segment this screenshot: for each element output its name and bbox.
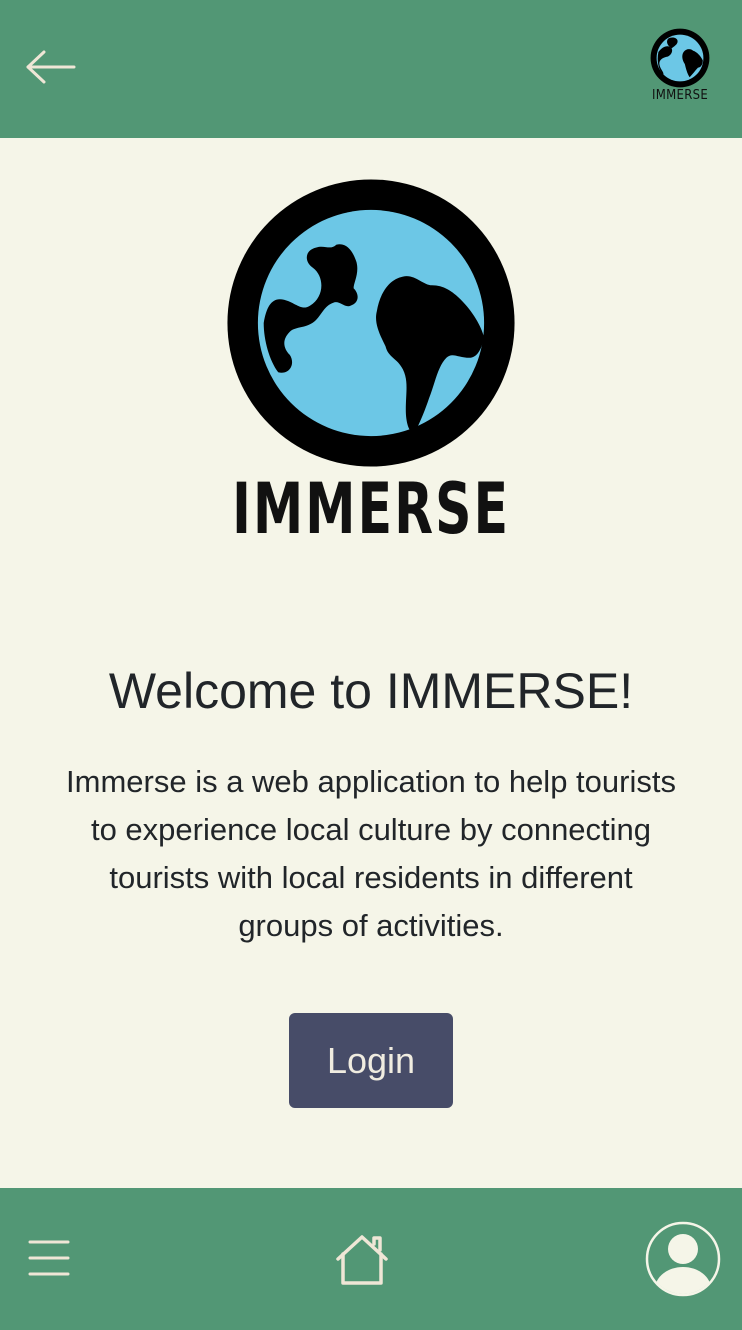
user-avatar-icon — [645, 1221, 721, 1297]
welcome-title: Welcome to IMMERSE! — [108, 663, 634, 719]
profile-button[interactable] — [645, 1221, 721, 1297]
immerse-logo-text: IMMERSE — [231, 468, 511, 550]
header-logo[interactable]: IMMERSE — [646, 28, 714, 108]
header-logo-text: IMMERSE — [651, 88, 709, 103]
bottom-nav-bar — [0, 1188, 742, 1330]
hamburger-menu-icon — [28, 1240, 70, 1276]
login-button[interactable]: Login — [289, 1013, 453, 1108]
home-button[interactable] — [332, 1232, 392, 1288]
app-screen: IMMERSE IMMERSE Welcome to IMMERSE! Imme… — [0, 0, 742, 1330]
app-description: Immerse is a web application to help tou… — [66, 764, 676, 943]
arrow-left-icon — [26, 50, 76, 84]
immerse-logo: IMMERSE — [224, 178, 518, 558]
main-content: IMMERSE Welcome to IMMERSE! Immerse is a… — [0, 138, 742, 1188]
globe-icon — [227, 179, 515, 467]
globe-icon — [650, 28, 710, 88]
menu-button[interactable] — [24, 1236, 74, 1280]
back-button[interactable] — [20, 40, 80, 94]
top-bar: IMMERSE — [0, 0, 742, 138]
home-icon — [336, 1235, 388, 1285]
